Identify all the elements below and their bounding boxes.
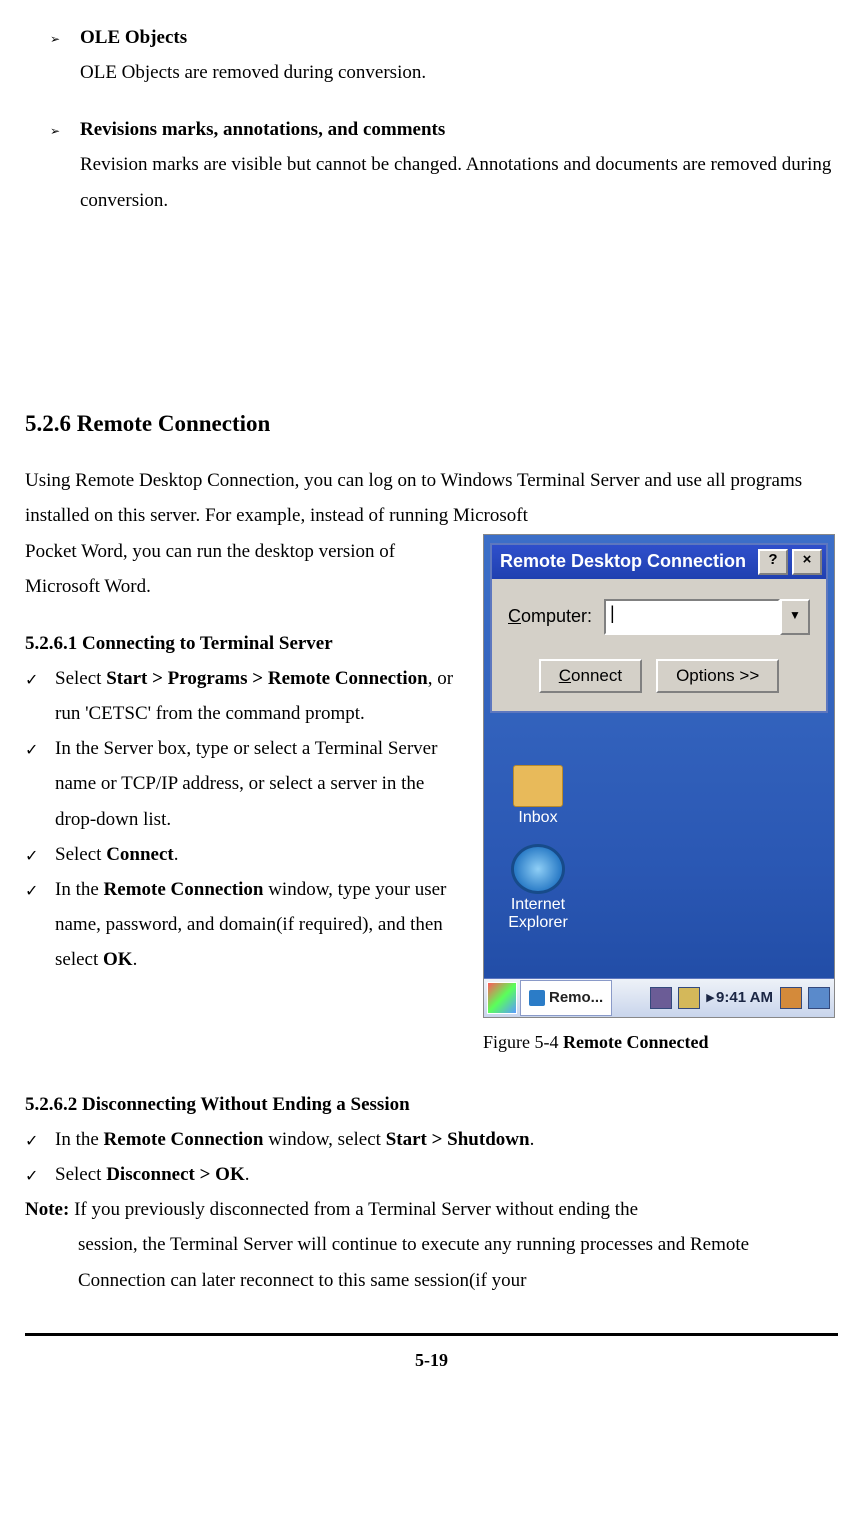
ie-icon-img [511, 844, 565, 894]
help-button[interactable]: ? [758, 549, 788, 575]
list-item: ✓ Select Start > Programs > Remote Conne… [25, 661, 468, 731]
tray-icon[interactable] [780, 987, 802, 1009]
list-item: ✓ Select Connect. [25, 837, 468, 872]
remote-desktop-screenshot: Remote Desktop Connection ? × Computer: … [483, 534, 835, 1018]
options-button[interactable]: Options >> [656, 659, 779, 693]
check-icon: ✓ [25, 661, 55, 696]
rdc-window: Remote Desktop Connection ? × Computer: … [490, 543, 828, 713]
bullet-revisions: ➢ Revisions marks, annotations, and comm… [50, 112, 838, 147]
combo-dropdown-button[interactable]: ▼ [780, 599, 810, 635]
sub-heading-2: 5.2.6.2 Disconnecting Without Ending a S… [25, 1087, 838, 1122]
tray-icon[interactable] [678, 987, 700, 1009]
check-icon: ✓ [25, 1122, 55, 1157]
figure-caption: Figure 5-4 Remote Connected [483, 1026, 838, 1059]
inbox-icon[interactable]: Inbox [498, 765, 578, 827]
check-icon: ✓ [25, 1157, 55, 1192]
task-icon [529, 990, 545, 1006]
intro-text: Using Remote Desktop Connection, you can… [25, 463, 838, 533]
list-item: ✓ In the Remote Connection window, type … [25, 872, 468, 977]
arrow-bullet-icon: ➢ [50, 112, 80, 142]
bullet-title: OLE Objects [80, 27, 187, 48]
section-heading: 5.2.6 Remote Connection [25, 403, 838, 446]
left-column: Pocket Word, you can run the desktop ver… [25, 534, 468, 978]
rdc-titlebar[interactable]: Remote Desktop Connection ? × [492, 545, 826, 579]
clock[interactable]: ▸ 9:41 AM [707, 989, 774, 1007]
start-button[interactable] [487, 982, 517, 1014]
computer-label: Computer: [508, 606, 592, 628]
page-number: 5-19 [25, 1344, 838, 1377]
bullet-revisions-text: Revision marks are visible but cannot be… [80, 147, 838, 217]
list-item: ✓ In the Server box, type or select a Te… [25, 731, 468, 836]
note: Note: If you previously disconnected fro… [25, 1192, 838, 1297]
tray-icon[interactable] [650, 987, 672, 1009]
right-column: Remote Desktop Connection ? × Computer: … [483, 534, 838, 1059]
list-item: ✓ Select Disconnect > OK. [25, 1157, 838, 1192]
check-icon: ✓ [25, 731, 55, 766]
bullet-ole: ➢ OLE Objects [50, 20, 838, 55]
check-icon: ✓ [25, 837, 55, 872]
bullet-ole-text: OLE Objects are removed during conversio… [80, 55, 838, 90]
sub-heading-1: 5.2.6.1 Connecting to Terminal Server [25, 626, 468, 661]
rdc-title-text: Remote Desktop Connection [500, 551, 754, 573]
taskbar-task[interactable]: Remo... [520, 980, 612, 1016]
system-tray: ▸ 9:41 AM [649, 987, 832, 1009]
intro-text-cont: Pocket Word, you can run the desktop ver… [25, 534, 468, 604]
tray-icon[interactable] [808, 987, 830, 1009]
inbox-icon-img [513, 765, 563, 807]
footer-rule [25, 1333, 838, 1336]
taskbar: Remo... ▸ 9:41 AM [484, 978, 834, 1017]
bullet-title: Revisions marks, annotations, and commen… [80, 119, 445, 140]
note-label: Note: [25, 1199, 69, 1220]
connect-button[interactable]: Connect [539, 659, 642, 693]
list-item: ✓ In the Remote Connection window, selec… [25, 1122, 838, 1157]
arrow-bullet-icon: ➢ [50, 20, 80, 50]
close-button[interactable]: × [792, 549, 822, 575]
check-icon: ✓ [25, 872, 55, 907]
ie-icon[interactable]: Internet Explorer [498, 844, 578, 931]
desktop-icons: Inbox Internet Explorer [498, 765, 578, 950]
computer-input[interactable]: | [604, 599, 780, 635]
